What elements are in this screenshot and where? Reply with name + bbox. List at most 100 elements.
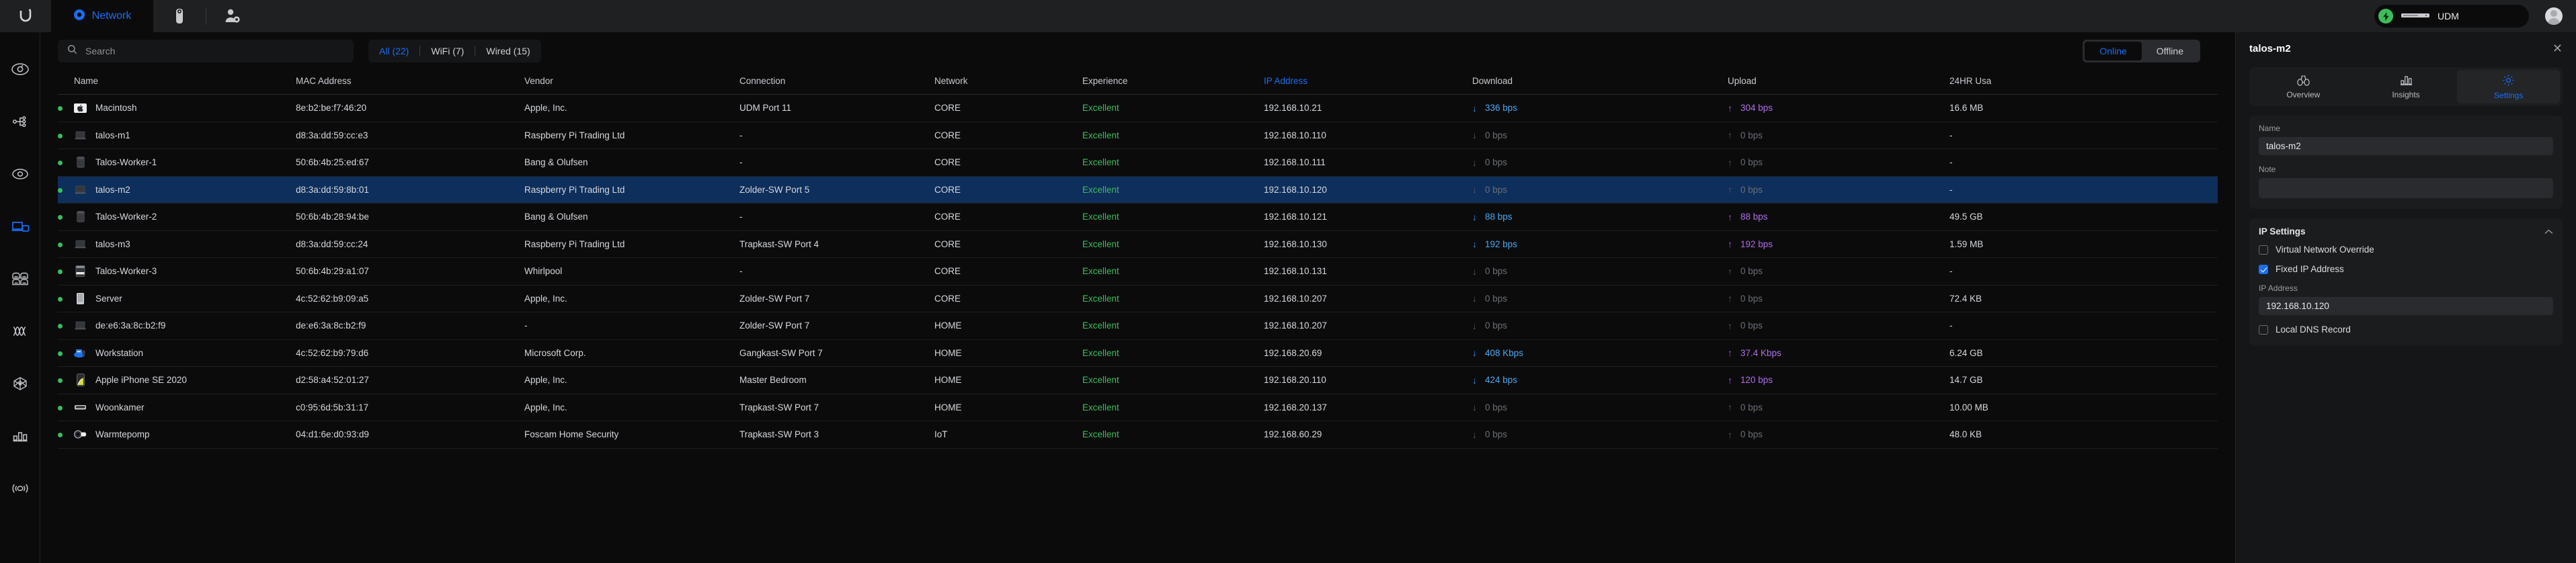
note-field[interactable]	[2259, 178, 2553, 198]
cell-ip-address: 192.168.10.120	[1264, 176, 1472, 204]
cell-download: ↓0 bps	[1472, 149, 1728, 177]
protect-camera-icon[interactable]	[153, 0, 206, 32]
cell-experience: Excellent	[1082, 258, 1264, 286]
upload-value: 304 bps	[1740, 103, 1773, 113]
sidebar-item-statistics[interactable]	[0, 410, 40, 462]
close-icon[interactable]: ✕	[2552, 42, 2563, 54]
status-badge-online	[58, 106, 63, 111]
cell-usage: -	[1949, 122, 2218, 149]
app-tab-network[interactable]: Network	[51, 0, 153, 32]
general-settings-card: Name talos-m2 Note	[2249, 116, 2563, 209]
table-row[interactable]: Talos-Worker-350:6b:4b:29:a1:07Whirlpool…	[58, 258, 2218, 286]
table-row[interactable]: Workstation4c:52:62:b9:79:d6Microsoft Co…	[58, 339, 2218, 367]
user-settings-icon[interactable]	[206, 0, 259, 32]
table-header: Name MAC Address Vendor Connection Netwo…	[58, 69, 2218, 95]
table-row[interactable]: Apple iPhone SE 2020d2:58:a4:52:01:27App…	[58, 367, 2218, 394]
download-value: 424 bps	[1485, 375, 1517, 385]
main-content: Search All (22) WiFi (7) Wired (15) Onli…	[40, 32, 2235, 563]
fixed-ip-address-checkbox[interactable]	[2259, 265, 2268, 274]
sidebar-item-topology[interactable]	[0, 95, 40, 148]
col-connection[interactable]: Connection	[739, 69, 934, 95]
device-selector[interactable]: UDM	[2374, 5, 2529, 28]
filter-wired[interactable]: Wired (15)	[475, 40, 540, 62]
col-network[interactable]: Network	[934, 69, 1082, 95]
ip-settings-header[interactable]: IP Settings	[2259, 226, 2553, 236]
table-row[interactable]: Talos-Worker-150:6b:4b:25:ed:67Bang & Ol…	[58, 149, 2218, 177]
sidebar-item-routing[interactable]	[0, 357, 40, 410]
col-download[interactable]: Download	[1472, 69, 1728, 95]
sidebar-item-dashboard[interactable]	[0, 43, 40, 95]
client-name: Talos-Worker-2	[95, 212, 157, 222]
tab-settings[interactable]: Settings	[2457, 70, 2560, 103]
cell-mac: d8:3a:dd:59:cc:24	[296, 230, 524, 258]
upload-value: 0 bps	[1740, 320, 1763, 331]
cell-ip-address: 192.168.10.110	[1264, 122, 1472, 149]
ip-address-field[interactable]: 192.168.10.120	[2259, 297, 2553, 315]
table-row[interactable]: talos-m2d8:3a:dd:59:8b:01Raspberry Pi Tr…	[58, 176, 2218, 204]
table-row[interactable]: talos-m1d8:3a:dd:59:cc:e3Raspberry Pi Tr…	[58, 122, 2218, 149]
cell-download: ↓0 bps	[1472, 122, 1728, 149]
cell-name: talos-m1	[74, 122, 296, 149]
cell-download: ↓0 bps	[1472, 312, 1728, 340]
cell-connection: UDM Port 11	[739, 95, 934, 122]
download-value: 88 bps	[1485, 212, 1513, 222]
ip-settings-title: IP Settings	[2259, 226, 2306, 236]
table-row[interactable]: Server4c:52:62:b9:09:a5Apple, Inc.Zolder…	[58, 285, 2218, 312]
filter-wifi[interactable]: WiFi (7)	[420, 40, 475, 62]
local-dns-record-row[interactable]: Local DNS Record	[2259, 324, 2553, 335]
status-badge-online	[58, 433, 63, 437]
upload-value: 0 bps	[1740, 402, 1763, 413]
ubiquiti-logo-icon[interactable]	[0, 0, 51, 32]
col-usage[interactable]: 24HR Usa	[1949, 69, 2218, 95]
virtual-network-override-checkbox[interactable]	[2259, 245, 2268, 255]
cell-ip-address: 192.168.10.111	[1264, 149, 1472, 177]
table-row[interactable]: de:e6:3a:8c:b2:f9de:e6:3a:8c:b2:f9-Zolde…	[58, 312, 2218, 340]
upload-value: 0 bps	[1740, 130, 1763, 140]
toggle-online[interactable]: Online	[2085, 42, 2141, 60]
name-field[interactable]: talos-m2	[2259, 137, 2553, 155]
table-row[interactable]: Talos-Worker-250:6b:4b:28:94:beBang & Ol…	[58, 204, 2218, 231]
upload-arrow-icon: ↑	[1728, 347, 1732, 358]
sidebar-item-wifi[interactable]	[0, 148, 40, 200]
cell-connection: Trapkast-SW Port 7	[739, 394, 934, 421]
cell-usage: -	[1949, 258, 2218, 286]
cell-status	[58, 258, 74, 286]
upload-arrow-icon: ↑	[1728, 130, 1732, 140]
tab-overview[interactable]: Overview	[2252, 70, 2355, 103]
cell-upload: ↑0 bps	[1728, 394, 1949, 421]
cell-usage: 16.6 MB	[1949, 95, 2218, 122]
bar-chart-icon	[2400, 75, 2413, 88]
filter-all[interactable]: All (22)	[368, 40, 419, 62]
sidebar-item-unifi-devices[interactable]	[0, 253, 40, 305]
table-row[interactable]: Warmtepomp04:d1:6e:d0:93:d9Foscam Home S…	[58, 421, 2218, 449]
fixed-ip-address-row[interactable]: Fixed IP Address	[2259, 264, 2553, 274]
col-vendor[interactable]: Vendor	[524, 69, 739, 95]
cell-network: HOME	[934, 339, 1082, 367]
cell-vendor: -	[524, 312, 739, 340]
table-row[interactable]: talos-m3d8:3a:dd:59:cc:24Raspberry Pi Tr…	[58, 230, 2218, 258]
search-input[interactable]: Search	[58, 40, 354, 62]
download-arrow-icon: ↓	[1472, 347, 1477, 358]
sidebar-item-traffic[interactable]	[0, 305, 40, 357]
cell-upload: ↑0 bps	[1728, 421, 1949, 449]
col-name[interactable]: Name	[74, 69, 296, 95]
sidebar-item-radio[interactable]	[0, 462, 40, 515]
table-row[interactable]: Macintosh8e:b2:be:f7:46:20Apple, Inc.UDM…	[58, 95, 2218, 122]
chevron-up-icon[interactable]	[2544, 227, 2553, 236]
upload-arrow-icon: ↑	[1728, 212, 1732, 222]
col-ip-address[interactable]: IP Address	[1264, 69, 1472, 95]
avatar[interactable]	[2545, 7, 2563, 25]
left-nav-rail	[0, 32, 40, 563]
col-upload[interactable]: Upload	[1728, 69, 1949, 95]
local-dns-record-checkbox[interactable]	[2259, 325, 2268, 335]
cell-name: Talos-Worker-1	[74, 149, 296, 177]
col-mac[interactable]: MAC Address	[296, 69, 524, 95]
tab-insights[interactable]: Insights	[2355, 70, 2458, 103]
search-icon	[67, 44, 77, 58]
col-experience[interactable]: Experience	[1082, 69, 1264, 95]
toggle-offline[interactable]: Offline	[2142, 42, 2198, 60]
cell-usage: -	[1949, 312, 2218, 340]
sidebar-item-client-devices[interactable]	[0, 200, 40, 253]
virtual-network-override-row[interactable]: Virtual Network Override	[2259, 245, 2553, 255]
table-row[interactable]: Woonkamerc0:95:6d:5b:31:17Apple, Inc.Tra…	[58, 394, 2218, 421]
